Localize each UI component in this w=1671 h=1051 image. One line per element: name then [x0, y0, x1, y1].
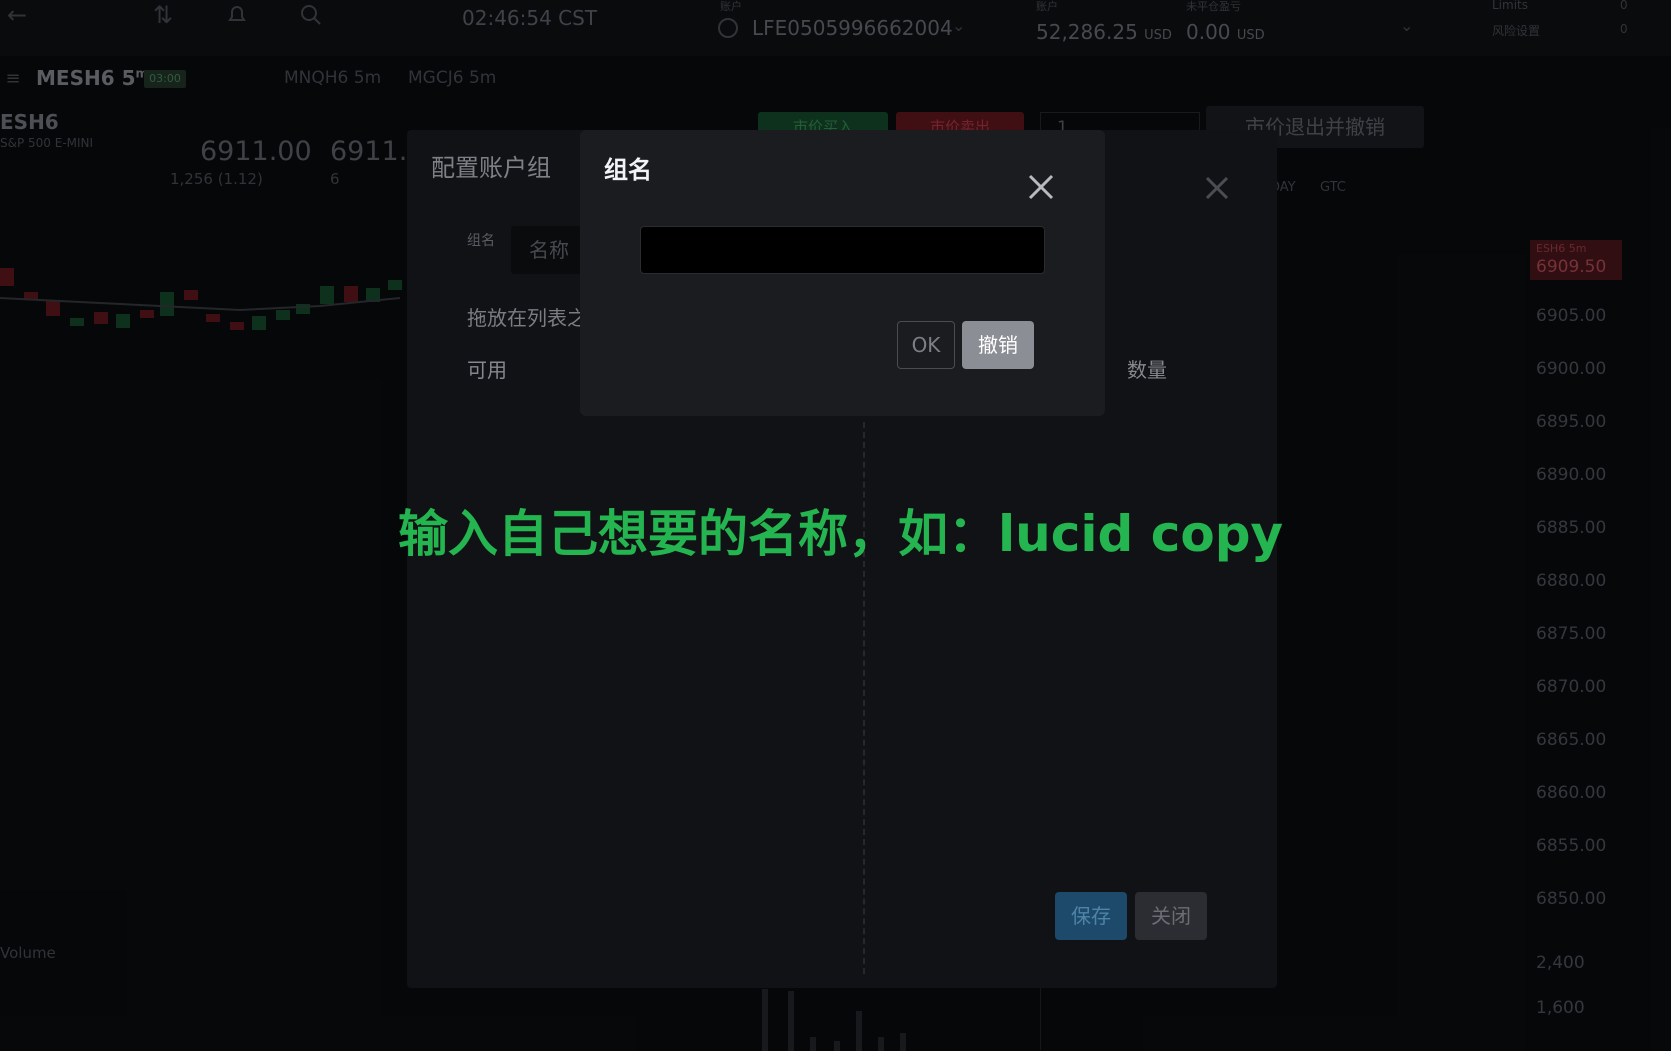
ok-button[interactable]: OK — [897, 321, 955, 369]
dialog-title: 组名 — [604, 156, 652, 184]
group-name-label: 组名 — [467, 233, 495, 249]
group-name-input[interactable] — [640, 226, 1045, 274]
quantity-column-header: 数量 — [1127, 358, 1167, 382]
cancel-button[interactable]: 撤销 — [962, 321, 1034, 369]
close-icon[interactable] — [1199, 170, 1235, 206]
available-column-header: 可用 — [467, 358, 507, 382]
close-icon[interactable] — [1026, 172, 1056, 202]
group-name-dialog: 组名 OK 撤销 — [580, 130, 1105, 416]
instruction-annotation: 输入自己想要的名称，如：lucid copy — [398, 505, 1284, 563]
save-button[interactable]: 保存 — [1055, 892, 1127, 940]
dialog-title: 配置账户组 — [431, 154, 551, 182]
close-button[interactable]: 关闭 — [1135, 892, 1207, 940]
